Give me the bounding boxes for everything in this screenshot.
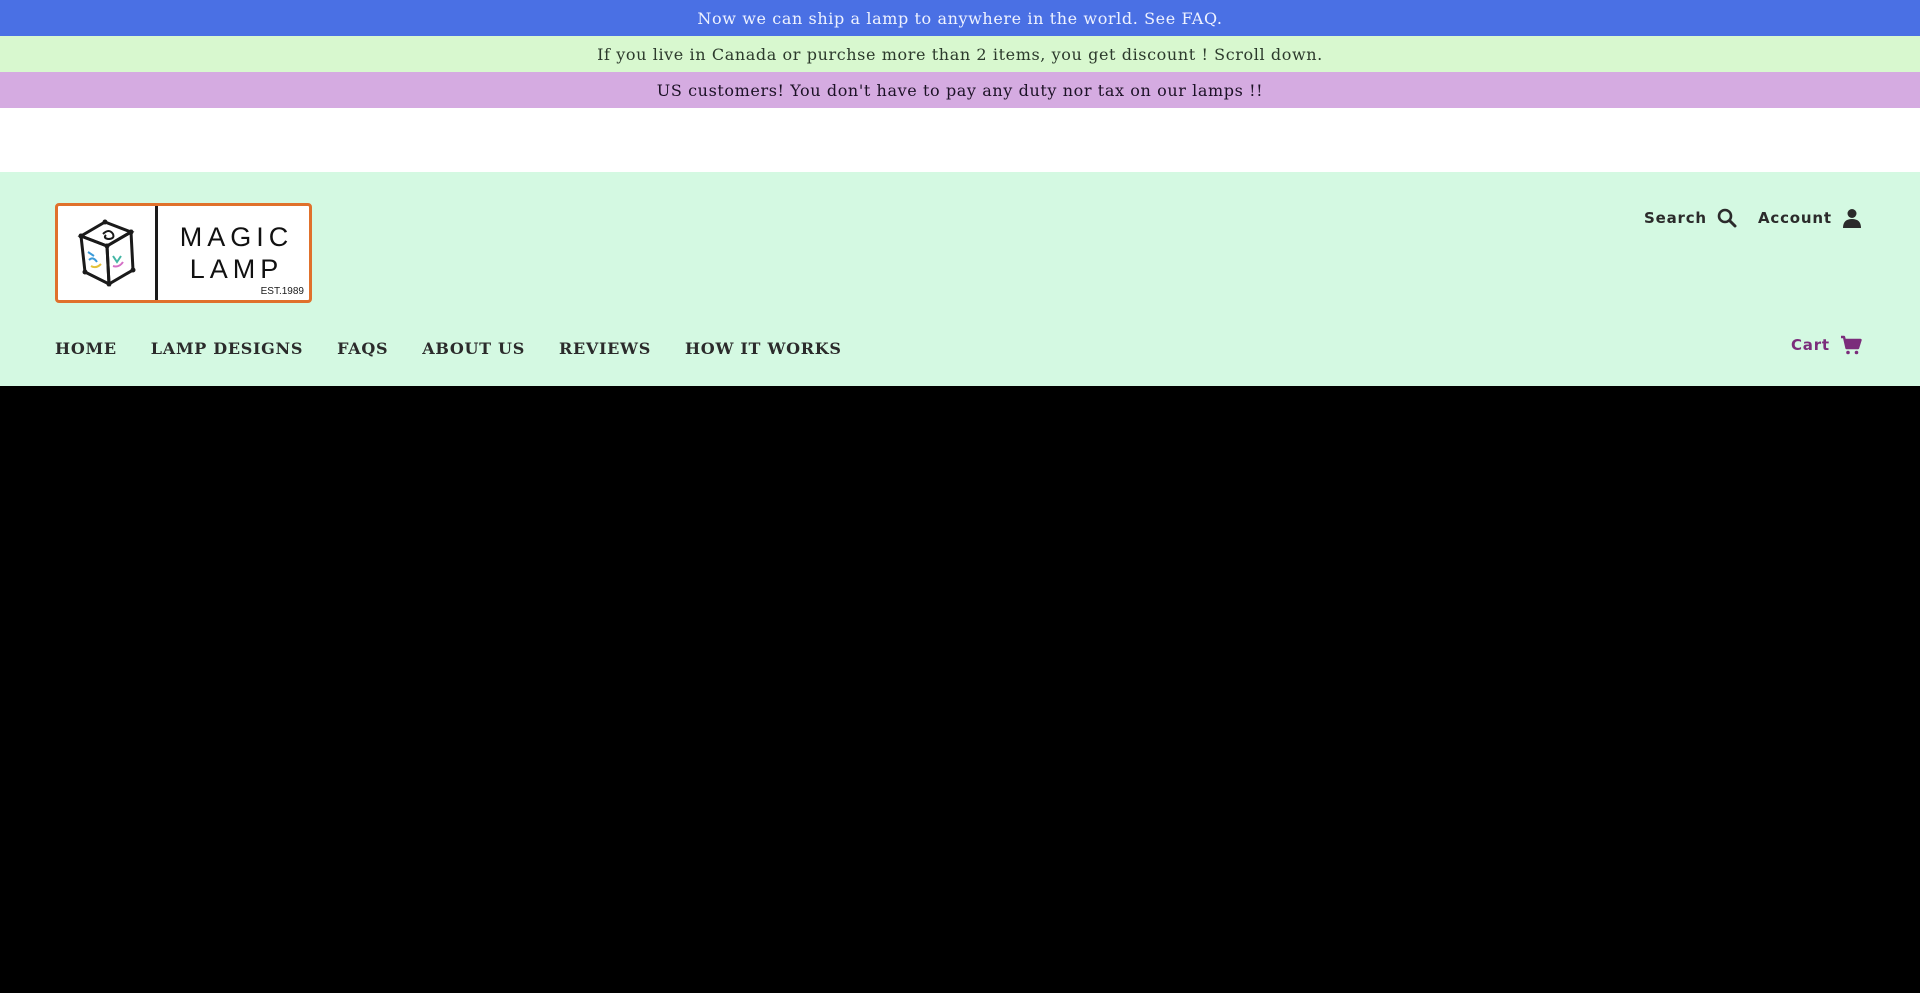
logo-text-lamp: LAMP [189,254,284,284]
nav-item-faqs[interactable]: FAQS [337,339,388,358]
announcement-bar-duty[interactable]: US customers! You don't have to pay any … [0,72,1920,108]
header-spacer [0,108,1920,172]
announcement-text: Now we can ship a lamp to anywhere in th… [697,8,1223,28]
nav-item-how-it-works[interactable]: HOW IT WORKS [685,339,842,358]
main-nav: HOME LAMP DESIGNS FAQS ABOUT US REVIEWS … [55,339,876,358]
cart-icon [1840,335,1862,355]
search-icon [1717,208,1737,228]
announcement-bar-shipping[interactable]: Now we can ship a lamp to anywhere in th… [0,0,1920,36]
cart-button[interactable]: Cart [1791,335,1862,355]
site-logo[interactable]: MAGIC LAMP EST.1989 [55,203,312,303]
nav-item-about-us[interactable]: ABOUT US [422,339,525,358]
announcement-bar-discount[interactable]: If you live in Canada or purchse more th… [0,36,1920,72]
nav-item-lamp-designs[interactable]: LAMP DESIGNS [151,339,303,358]
hero-area [0,386,1920,993]
nav-item-reviews[interactable]: REVIEWS [559,339,651,358]
search-label: Search [1644,209,1707,227]
logo-divider [155,206,158,300]
cube-logo-icon [77,219,136,287]
account-label: Account [1758,209,1832,227]
account-button[interactable]: Account [1758,208,1862,228]
site-header: MAGIC LAMP EST.1989 Search Account HOME … [0,172,1920,386]
nav-item-home[interactable]: HOME [55,339,117,358]
announcement-text: US customers! You don't have to pay any … [656,80,1264,100]
logo-text-magic: MAGIC [179,222,294,252]
announcement-text: If you live in Canada or purchse more th… [597,44,1323,64]
search-button[interactable]: Search [1644,208,1737,228]
cart-label: Cart [1791,336,1830,354]
logo-est-text: EST.1989 [260,286,304,297]
user-icon [1842,209,1861,228]
